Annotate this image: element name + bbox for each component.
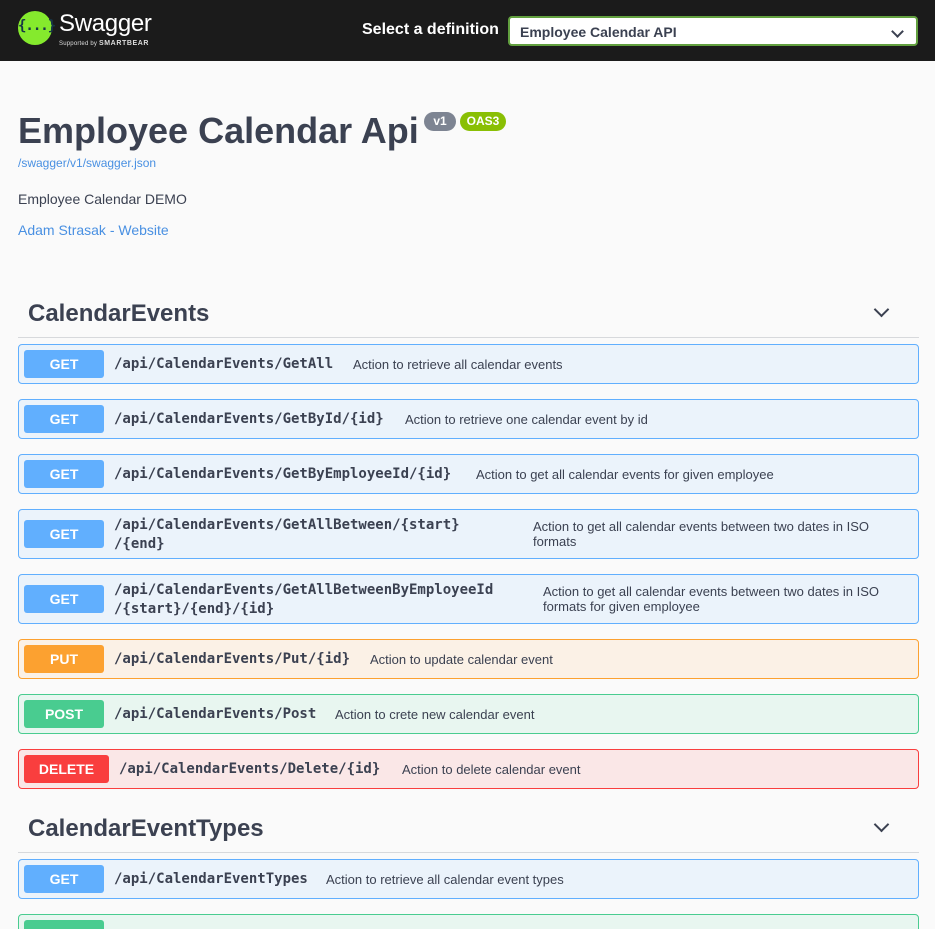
operation-path: /api/CalendarEventTypes: [114, 871, 308, 887]
operation-path: /api/CalendarEvents/GetAll: [114, 356, 334, 372]
tag-header-calendar-event-types[interactable]: CalendarEventTypes: [18, 813, 919, 853]
page-title: Employee Calendar Api: [18, 110, 419, 151]
operation-path: /api/CalendarEvents/Put/{id}: [114, 651, 351, 667]
tag-name: CalendarEvents: [28, 300, 210, 327]
chevron-down-icon[interactable]: [873, 816, 890, 833]
logo-subtitle: Supported by SMARTBEAR: [59, 40, 150, 47]
contact-link[interactable]: Adam Strasak - Website: [18, 222, 169, 238]
chevron-down-icon[interactable]: [873, 301, 890, 318]
method-badge: GET: [24, 520, 104, 548]
swagger-logo[interactable]: {...} Swagger Supported by SMARTBEAR: [18, 11, 152, 47]
method-badge: GET: [24, 350, 104, 378]
operation-get-getallbetweenbyemployeeid[interactable]: GET /api/CalendarEvents/GetAllBetweenByE…: [18, 574, 919, 624]
operation-path: /api/CalendarEvents/GetByEmployeeId/{id}: [114, 466, 452, 482]
method-badge: GET: [24, 460, 104, 488]
operation-get-getbyemployeeid[interactable]: GET /api/CalendarEvents/GetByEmployeeId/…: [18, 454, 919, 494]
method-badge: GET: [24, 585, 104, 613]
operation-path-line-1: /api/CalendarEvents/GetAllBetween/{start…: [114, 517, 460, 533]
spec-url-link[interactable]: /swagger/v1/swagger.json: [18, 156, 156, 170]
method-badge: DELETE: [24, 755, 109, 783]
definition-select-value: Employee Calendar API: [520, 24, 677, 40]
method-badge: [24, 920, 104, 929]
operation-path: /api/CalendarEvents/GetById/{id}: [114, 411, 384, 427]
operation-path: /api/CalendarEvents/Delete/{id}: [119, 761, 381, 777]
operation-path-line-2: /{end}: [114, 536, 165, 552]
version-badge: v1: [424, 112, 456, 131]
tag-name: CalendarEventTypes: [28, 815, 264, 842]
method-badge: GET: [24, 405, 104, 433]
operation-get-getall[interactable]: GET /api/CalendarEvents/GetAll Action to…: [18, 344, 919, 384]
operation-summary: Action to retrieve all calendar event ty…: [326, 872, 564, 887]
method-badge: PUT: [24, 645, 104, 673]
operation-get-calendareventtypes[interactable]: GET /api/CalendarEventTypes Action to re…: [18, 859, 919, 899]
operation-summary: Action to crete new calendar event: [335, 707, 535, 722]
operation-summary: Action to get all calendar events for gi…: [476, 467, 774, 482]
tag-header-calendar-events[interactable]: CalendarEvents: [18, 298, 919, 338]
definition-label: Select a definition: [362, 21, 499, 38]
method-badge: POST: [24, 700, 104, 728]
oas-badge: OAS3: [460, 112, 506, 131]
operation-summary-line-1: Action to get all calendar events betwee…: [543, 584, 880, 599]
swagger-brackets-icon: {...}: [18, 11, 56, 45]
operation-post[interactable]: POST /api/CalendarEvents/Post Action to …: [18, 694, 919, 734]
chevron-down-icon: [891, 25, 904, 38]
operation-path-line-1: /api/CalendarEvents/GetAllBetweenByEmplo…: [114, 582, 494, 598]
api-description: Employee Calendar DEMO: [18, 191, 187, 207]
method-badge: GET: [24, 865, 104, 893]
operation-summary-line-2: formats for given employee: [543, 599, 700, 614]
definition-select[interactable]: Employee Calendar API: [508, 16, 918, 46]
operation-partial[interactable]: [18, 914, 919, 929]
operation-summary-line-1: Action to get all calendar events betwee…: [533, 519, 870, 534]
operation-summary-line-2: formats: [533, 534, 577, 549]
operation-path-line-2: /{start}/{end}/{id}: [114, 601, 275, 617]
operation-path: /api/CalendarEvents/Post: [114, 706, 317, 722]
topbar: {...} Swagger Supported by SMARTBEAR Sel…: [0, 0, 935, 61]
operation-summary: Action to retrieve all calendar events: [353, 357, 563, 372]
operation-put[interactable]: PUT /api/CalendarEvents/Put/{id} Action …: [18, 639, 919, 679]
operation-summary: Action to delete calendar event: [402, 762, 581, 777]
operation-delete[interactable]: DELETE /api/CalendarEvents/Delete/{id} A…: [18, 749, 919, 789]
logo-title: Swagger: [59, 10, 152, 37]
operation-summary: Action to retrieve one calendar event by…: [405, 412, 648, 427]
operation-summary: Action to update calendar event: [370, 652, 553, 667]
operation-get-getallbetween[interactable]: GET /api/CalendarEvents/GetAllBetween/{s…: [18, 509, 919, 559]
operation-get-getbyid[interactable]: GET /api/CalendarEvents/GetById/{id} Act…: [18, 399, 919, 439]
